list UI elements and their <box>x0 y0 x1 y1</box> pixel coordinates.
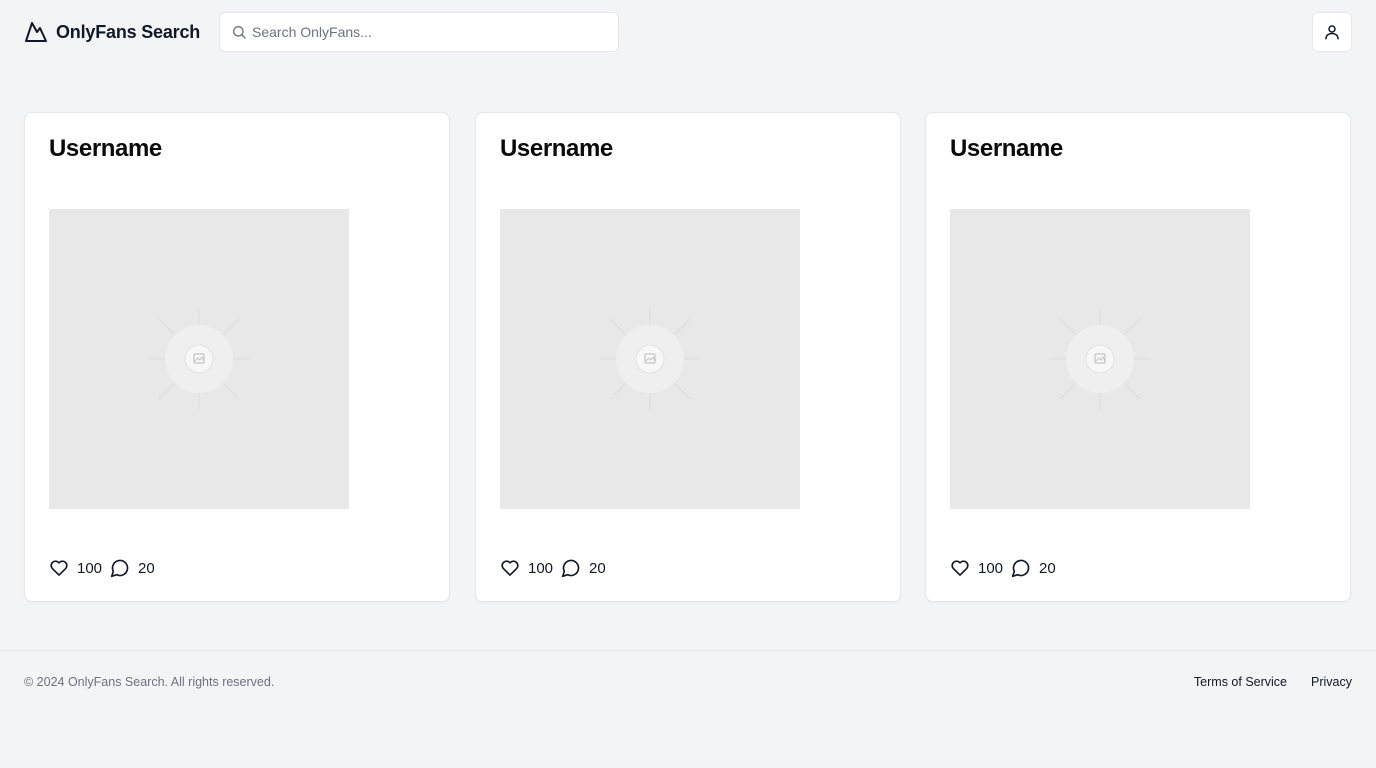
card-username: Username <box>500 135 613 162</box>
message-circle-icon <box>561 559 580 578</box>
comment-count: 20 <box>138 559 155 577</box>
card-image[interactable] <box>500 209 800 509</box>
site-footer: © 2024 OnlyFans Search. All rights reser… <box>0 650 1376 714</box>
search-box[interactable] <box>219 12 619 52</box>
message-circle-icon <box>110 559 129 578</box>
heart-icon <box>951 560 969 576</box>
card-stats: 100 20 <box>500 556 614 580</box>
terms-of-service-link[interactable]: Terms of Service <box>1194 675 1287 689</box>
like-count: 100 <box>978 559 1004 577</box>
like-count: 100 <box>77 559 103 577</box>
comment-button[interactable]: 20 <box>561 558 606 578</box>
user-account-button[interactable] <box>1312 12 1352 52</box>
copyright-text: © 2024 OnlyFans Search. All rights reser… <box>24 675 275 689</box>
profile-card[interactable]: Username 100 20 <box>24 112 450 602</box>
like-count: 100 <box>528 559 554 577</box>
comment-count: 20 <box>589 559 606 577</box>
card-image[interactable] <box>49 209 349 509</box>
card-image[interactable] <box>950 209 1250 509</box>
comment-button[interactable]: 20 <box>110 558 155 578</box>
profile-card[interactable]: Username 100 20 <box>475 112 901 602</box>
image-placeholder-icon <box>600 309 700 409</box>
card-stats: 100 20 <box>950 556 1064 580</box>
heart-icon <box>50 560 68 576</box>
comment-count: 20 <box>1039 559 1056 577</box>
privacy-link[interactable]: Privacy <box>1311 675 1352 689</box>
user-icon <box>1325 25 1339 40</box>
message-circle-icon <box>1011 559 1030 578</box>
like-button[interactable]: 100 <box>49 558 102 578</box>
search-icon <box>233 26 246 39</box>
site-header: OnlyFans Search <box>0 0 1376 64</box>
mountain-icon <box>25 22 47 42</box>
card-stats: 100 20 <box>49 556 163 580</box>
footer-nav: Terms of Service Privacy <box>1194 675 1352 689</box>
heart-icon <box>501 560 519 576</box>
like-button[interactable]: 100 <box>500 558 553 578</box>
image-placeholder-icon <box>149 309 249 409</box>
comment-button[interactable]: 20 <box>1011 558 1056 578</box>
card-username: Username <box>950 135 1063 162</box>
brand-link[interactable]: OnlyFans Search <box>24 20 200 44</box>
like-button[interactable]: 100 <box>950 558 1003 578</box>
search-input[interactable] <box>252 13 612 51</box>
image-placeholder-icon <box>1050 309 1150 409</box>
profile-card[interactable]: Username 100 20 <box>925 112 1351 602</box>
card-username: Username <box>49 135 162 162</box>
brand-name: OnlyFans Search <box>56 21 201 42</box>
